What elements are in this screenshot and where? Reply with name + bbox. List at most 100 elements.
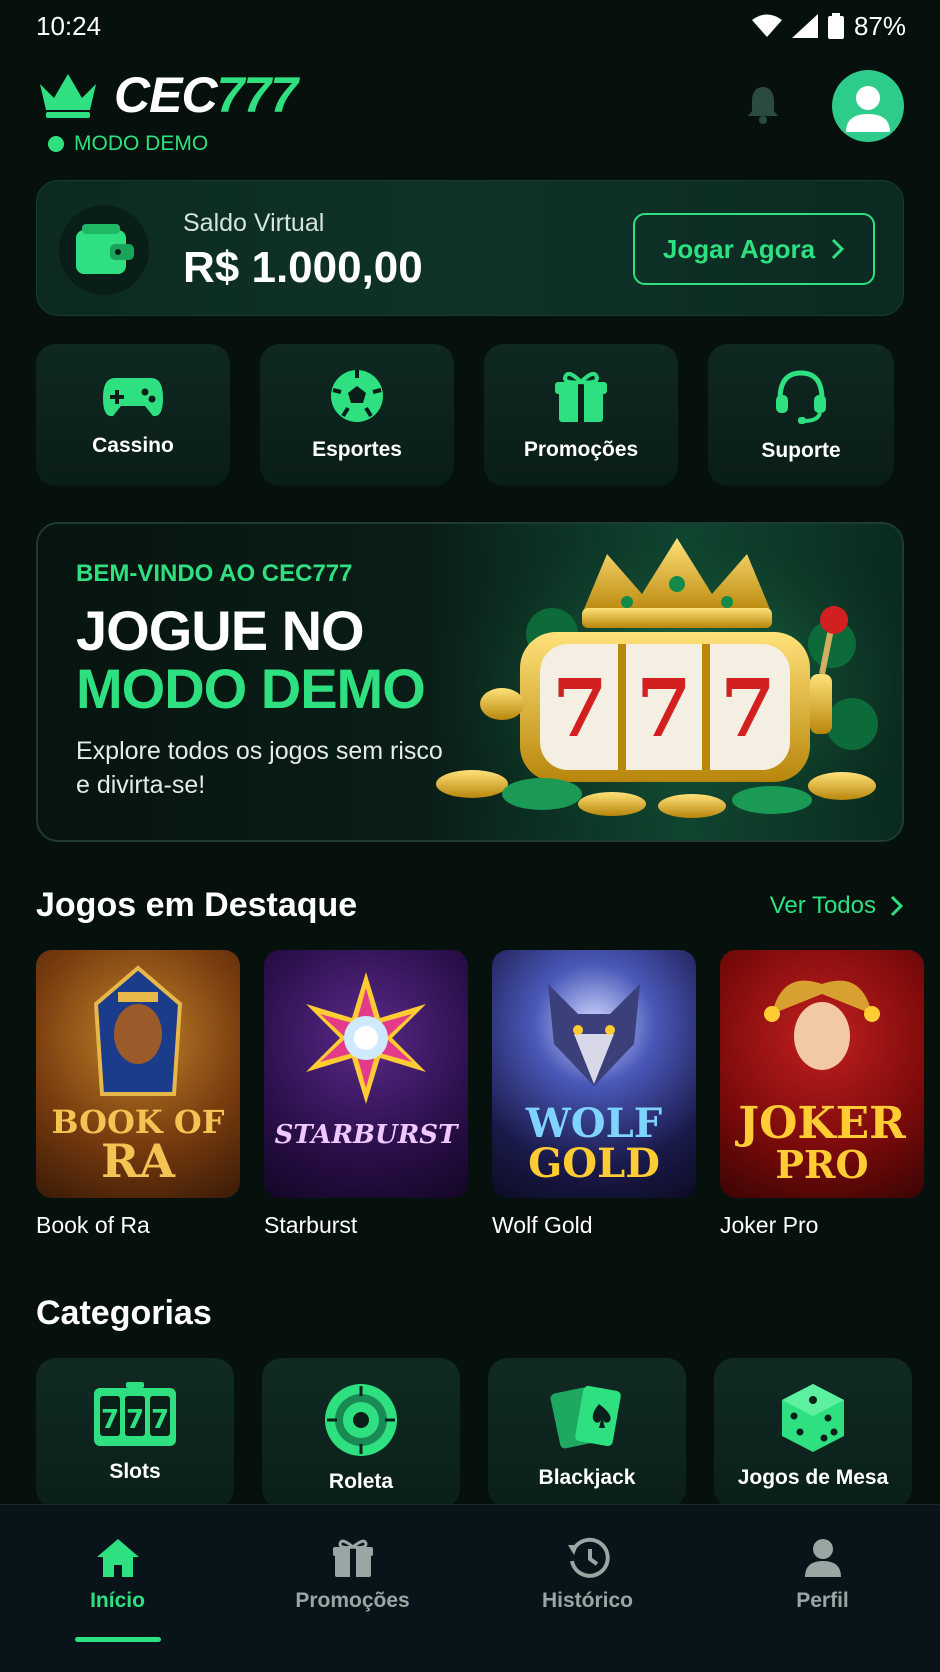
nav-inicio[interactable]: Início (0, 1505, 235, 1672)
crown-icon (40, 74, 96, 118)
nav-active-indicator (74, 1637, 161, 1642)
signal-icon (791, 14, 818, 38)
wolf-illustration (548, 984, 640, 1086)
star-gem-illustration (306, 972, 426, 1104)
game-thumbnail[interactable]: JOKER PRO (720, 950, 924, 1198)
featured-header: Jogos em Destaque Ver Todos (36, 886, 904, 925)
category-label: Slots (109, 1460, 161, 1483)
game-thumbnail[interactable]: WOLF GOLD (492, 950, 696, 1198)
quick-link-esportes[interactable]: Esportes (260, 344, 454, 486)
game-art-title: WOLF GOLD (526, 1104, 662, 1184)
avatar[interactable] (832, 70, 904, 142)
see-all-label: Ver Todos (769, 891, 876, 919)
nav-label: Início (90, 1589, 145, 1612)
game-art-title-line2: PRO (775, 1142, 869, 1187)
nav-promocoes[interactable]: Promoções (235, 1505, 470, 1672)
banner-title-line1: JOGUE NO (76, 599, 365, 662)
category-label: Blackjack (538, 1466, 636, 1489)
battery-icon (827, 13, 844, 39)
quick-link-label: Cassino (92, 434, 174, 457)
nav-label: Perfil (796, 1589, 849, 1612)
game-thumbnail[interactable]: STARBURST (264, 950, 468, 1198)
category-roleta[interactable]: Roleta (262, 1358, 460, 1508)
cards-icon (550, 1385, 621, 1449)
quick-link-suporte[interactable]: Suporte (708, 344, 894, 486)
battery-percent: 87% (853, 10, 906, 41)
game-thumbnail[interactable]: BOOK OF RA (36, 950, 240, 1198)
quick-link-label: Promoções (523, 438, 639, 461)
game-art-title: STARBURST (275, 1122, 458, 1148)
game-art-title-line1: JOKER (738, 1098, 906, 1149)
gamepad-icon (103, 378, 163, 417)
slot-machine-crown-illustration: 7 7 7 (432, 524, 902, 840)
play-now-button[interactable]: Jogar Agora (633, 213, 875, 285)
slot-machine-icon: 7 7 7 (94, 1382, 176, 1446)
status-icons: 87% (751, 10, 906, 42)
category-slots[interactable]: 7 7 7 Slots (36, 1358, 234, 1508)
gift-icon (332, 1539, 373, 1577)
svg-text:7: 7 (101, 1405, 119, 1435)
demo-mode-label: MODO DEMO (74, 132, 209, 155)
game-name: Starburst (264, 1212, 358, 1238)
svg-text:7: 7 (151, 1405, 169, 1435)
quick-link-promocoes[interactable]: Promoções (484, 344, 678, 486)
user-icon (804, 1539, 841, 1577)
category-blackjack[interactable]: Blackjack (488, 1358, 686, 1508)
categories-list: 7 7 7 Slots Roleta Blackjack Jogos de Me… (36, 1358, 940, 1508)
chevron-right-icon (832, 238, 845, 260)
nav-label: Promoções (295, 1589, 410, 1612)
quick-link-label: Suporte (761, 439, 841, 462)
app-header: CEC777 MODO DEMO (36, 66, 904, 166)
wifi-icon (751, 14, 782, 37)
game-art-title-line2: GOLD (528, 1140, 660, 1187)
svg-text:7: 7 (126, 1405, 144, 1435)
wallet-icon (76, 224, 134, 274)
gift-icon (555, 371, 607, 422)
logo-text-white: CEC (114, 67, 218, 123)
game-card-starburst[interactable]: STARBURST Starburst (264, 950, 468, 1240)
bell-icon[interactable] (746, 84, 780, 124)
demo-mode-indicator: MODO DEMO (48, 132, 904, 156)
game-art-title-line2: RA (101, 1134, 175, 1188)
game-art-title-line1: WOLF (525, 1100, 663, 1147)
svg-text:7: 7 (636, 661, 692, 755)
game-name: Joker Pro (720, 1212, 819, 1238)
history-icon (567, 1537, 610, 1578)
wallet-badge (59, 205, 149, 295)
balance-label: Saldo Virtual (183, 209, 325, 237)
pharaoh-illustration (93, 965, 183, 1096)
logo-text-green: 777 (216, 67, 298, 123)
quick-links: Cassino Esportes Promoções Suporte (36, 344, 904, 486)
quick-link-cassino[interactable]: Cassino (36, 344, 230, 486)
status-time: 10:24 (36, 10, 102, 41)
categories-title: Categorias (36, 1294, 212, 1332)
play-now-label: Jogar Agora (662, 233, 816, 264)
nav-label: Histórico (541, 1589, 633, 1612)
nav-historico[interactable]: Histórico (470, 1505, 705, 1672)
category-label: Roleta (328, 1470, 394, 1493)
headset-icon (776, 370, 826, 424)
game-name: Wolf Gold (492, 1212, 593, 1238)
svg-text:7: 7 (720, 661, 776, 755)
featured-games-list: BOOK OF RA Book of Ra STARBURST Starburs… (36, 950, 940, 1240)
category-jogos-de-mesa[interactable]: Jogos de Mesa (714, 1358, 912, 1508)
joker-illustration (764, 980, 880, 1070)
game-art-title: JOKER PRO (738, 1102, 906, 1184)
welcome-banner[interactable]: 7 7 7 BEM-VINDO AO CEC777 JOGUE NO MODO … (36, 522, 904, 842)
game-card-joker-pro[interactable]: JOKER PRO Joker Pro (720, 950, 924, 1240)
user-icon (846, 86, 890, 132)
quick-link-label: Esportes (312, 438, 402, 461)
featured-title: Jogos em Destaque (36, 886, 358, 924)
roulette-icon (325, 1384, 397, 1456)
status-bar: 10:24 87% (0, 0, 940, 52)
see-all-link[interactable]: Ver Todos (770, 892, 904, 920)
bottom-navigation: Início Promoções Histórico Perfil (0, 1504, 940, 1672)
game-card-wolf-gold[interactable]: WOLF GOLD Wolf Gold (492, 950, 696, 1240)
soccer-ball-icon (331, 370, 383, 422)
game-art-title: BOOK OF RA (52, 1106, 225, 1184)
game-card-book-of-ra[interactable]: BOOK OF RA Book of Ra (36, 950, 240, 1240)
game-name: Book of Ra (36, 1212, 150, 1238)
logo-text: CEC777 (114, 66, 298, 124)
dice-icon (782, 1384, 844, 1452)
nav-perfil[interactable]: Perfil (705, 1505, 940, 1672)
